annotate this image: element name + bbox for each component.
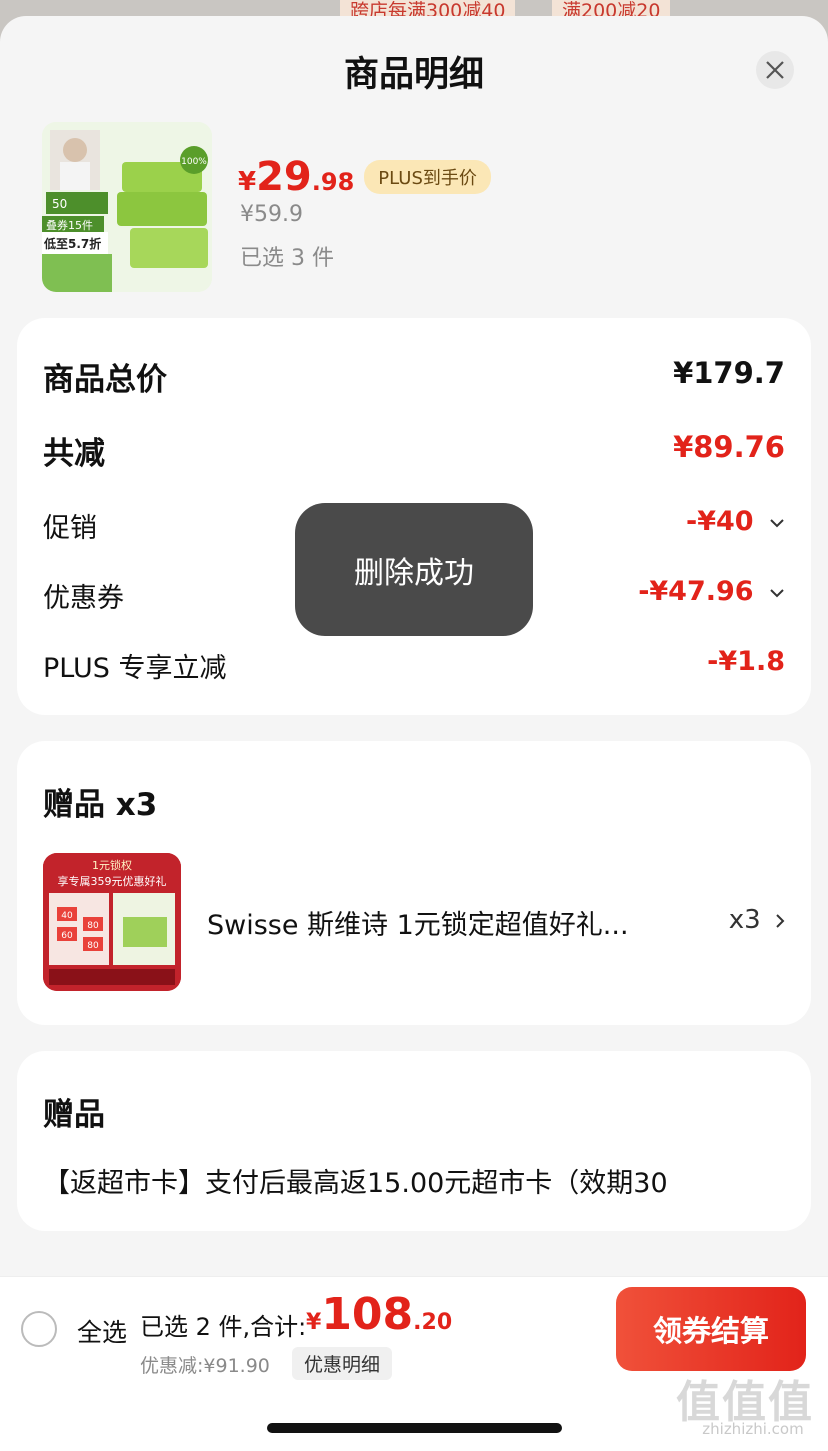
close-button[interactable]: [756, 51, 794, 89]
reduce-label: 共减: [43, 436, 105, 472]
promo-count-text: 50: [52, 197, 67, 211]
gift-value-2: 60: [61, 931, 73, 941]
gift-image-line1: 1元锁权: [92, 858, 132, 872]
gift-image[interactable]: 1元锁权 享专属359元优惠好礼 40 60 80 80: [43, 853, 181, 991]
selected-count: 已选 3 件: [240, 246, 334, 271]
discount-detail-button[interactable]: 优惠明细: [292, 1347, 393, 1380]
coupon-value: -¥47.96: [638, 576, 754, 607]
plus-reduce-label: PLUS 专享立减: [43, 653, 227, 684]
gift-title: 赠品 x3: [43, 787, 158, 823]
gift-value-3: 80: [87, 921, 99, 931]
checkout-button[interactable]: 领券结算: [616, 1287, 806, 1371]
gift2-desc: 【返超市卡】支付后最高返15.00元超市卡（效期30: [43, 1168, 668, 1199]
promo-value: -¥40: [686, 506, 754, 537]
select-all-label[interactable]: 全选: [77, 1313, 127, 1349]
percent-text: 100%: [181, 157, 207, 167]
total-value: ¥179.7: [673, 356, 785, 390]
gift-qty-row[interactable]: x3: [729, 905, 785, 935]
close-icon: [766, 61, 784, 79]
total-currency: ¥: [306, 1310, 322, 1335]
toast-message: 删除成功: [295, 503, 533, 636]
gift2-title: 赠品: [43, 1097, 105, 1133]
price-decimal: .98: [311, 168, 355, 196]
promo-row[interactable]: -¥40: [686, 506, 785, 537]
home-indicator[interactable]: [267, 1423, 562, 1433]
discount-text: 低至5.7折: [43, 236, 101, 251]
gift-name[interactable]: Swisse 斯维诗 1元锁定超值好礼...: [207, 903, 629, 942]
saved-amount: 优惠减:¥91.90: [140, 1355, 270, 1377]
total-decimal: .20: [413, 1310, 453, 1335]
gift-qty: x3: [728, 905, 761, 935]
coupon-label: 优惠券: [43, 583, 124, 614]
product-price: ¥ 29 .98 PLUS到手价: [238, 154, 491, 200]
sheet-title: 商品明细: [343, 55, 484, 95]
gift-value-4: 80: [87, 941, 99, 951]
chevron-right-icon: [776, 913, 785, 928]
plus-reduce-value: -¥1.8: [707, 646, 785, 677]
chevron-down-icon: [770, 518, 784, 527]
coupon-text: 叠券15件: [46, 218, 93, 232]
product-image[interactable]: 100% 50 叠券15件 低至5.7折: [42, 122, 212, 292]
plus-price-badge: PLUS到手价: [364, 160, 491, 194]
total-integer: 108: [321, 1289, 414, 1340]
summary-label: 已选 2 件,合计:: [140, 1313, 307, 1341]
gift-coupon-icon: 1元锁权 享专属359元优惠好礼 40 60 80 80: [43, 853, 181, 991]
gift-value-1: 40: [61, 911, 73, 921]
select-all-radio[interactable]: [21, 1311, 57, 1347]
total-price: ¥ 108 .20: [306, 1289, 452, 1340]
tissue-product-icon: 100% 50 叠券15件 低至5.7折: [42, 122, 212, 292]
price-currency: ¥: [238, 167, 257, 197]
coupon-row[interactable]: -¥47.96: [638, 576, 785, 607]
chevron-down-icon: [770, 588, 784, 597]
supermarket-card-gift: 赠品 【返超市卡】支付后最高返15.00元超市卡（效期30: [17, 1051, 811, 1231]
gift-card: 赠品 x3 1元锁权 享专属359元优惠好礼 40 60 80 80 Swiss…: [17, 741, 811, 1025]
promo-label: 促销: [43, 513, 97, 544]
original-price: ¥59.9: [240, 202, 303, 227]
gift-image-line2: 享专属359元优惠好礼: [58, 874, 167, 888]
total-label: 商品总价: [43, 362, 167, 398]
product-detail-sheet: 商品明细 100% 50 叠券15件 低至5.7折 ¥ 29 .98 PLUS到…: [0, 16, 828, 1450]
reduce-value: ¥89.76: [673, 430, 785, 464]
watermark-site: zhizhizhi.com: [702, 1420, 804, 1438]
price-integer: 29: [256, 154, 312, 200]
